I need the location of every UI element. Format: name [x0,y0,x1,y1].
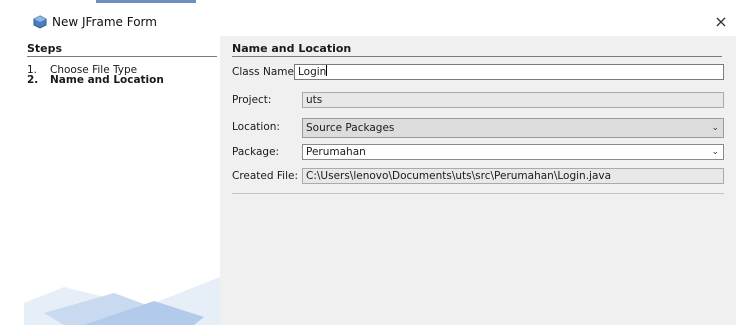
window-title: New JFrame Form [52,15,157,29]
title-bar: New JFrame Form × [0,8,736,36]
form-panel: Name and Location Class Name: Login Proj… [220,36,736,325]
package-value: Perumahan [306,146,366,158]
wizard-dialog: Steps 1. Choose File Type 2. Name and Loca… [24,36,736,325]
form-bottom-divider [232,193,724,194]
created-file-field: C:\Users\lenovo\Documents\uts\src\Peruma… [302,168,724,184]
location-value: Source Packages [306,122,395,134]
chevron-down-icon: ⌄ [711,123,719,133]
background-tab-edge [96,0,196,3]
location-label: Location: [232,121,280,133]
package-select[interactable]: Perumahan ⌄ [302,144,724,160]
class-name-value: Login [298,66,327,78]
location-select[interactable]: Source Packages ⌄ [302,118,724,138]
form-heading: Name and Location [232,42,352,55]
step-number: 2. [27,74,39,86]
close-button[interactable]: × [710,11,732,33]
chevron-down-icon: ⌄ [711,147,719,157]
text-caret [326,65,328,76]
wizard-watermark-graphic [24,277,220,325]
class-name-label: Class Name: [232,66,298,78]
package-label: Package: [232,146,280,158]
steps-heading: Steps [27,42,63,55]
steps-divider [27,56,217,57]
step-item-name-and-location: 2. Name and Location [27,74,164,86]
project-label: Project: [232,94,272,106]
java-cup-icon [33,15,47,29]
step-label: Name and Location [50,74,164,86]
created-file-label: Created File: [232,170,298,182]
steps-panel: Steps 1. Choose File Type 2. Name and Loca… [24,36,220,325]
top-strip [0,0,736,4]
class-name-input[interactable]: Login [294,64,724,80]
form-divider [232,56,722,57]
project-field: uts [302,92,724,108]
